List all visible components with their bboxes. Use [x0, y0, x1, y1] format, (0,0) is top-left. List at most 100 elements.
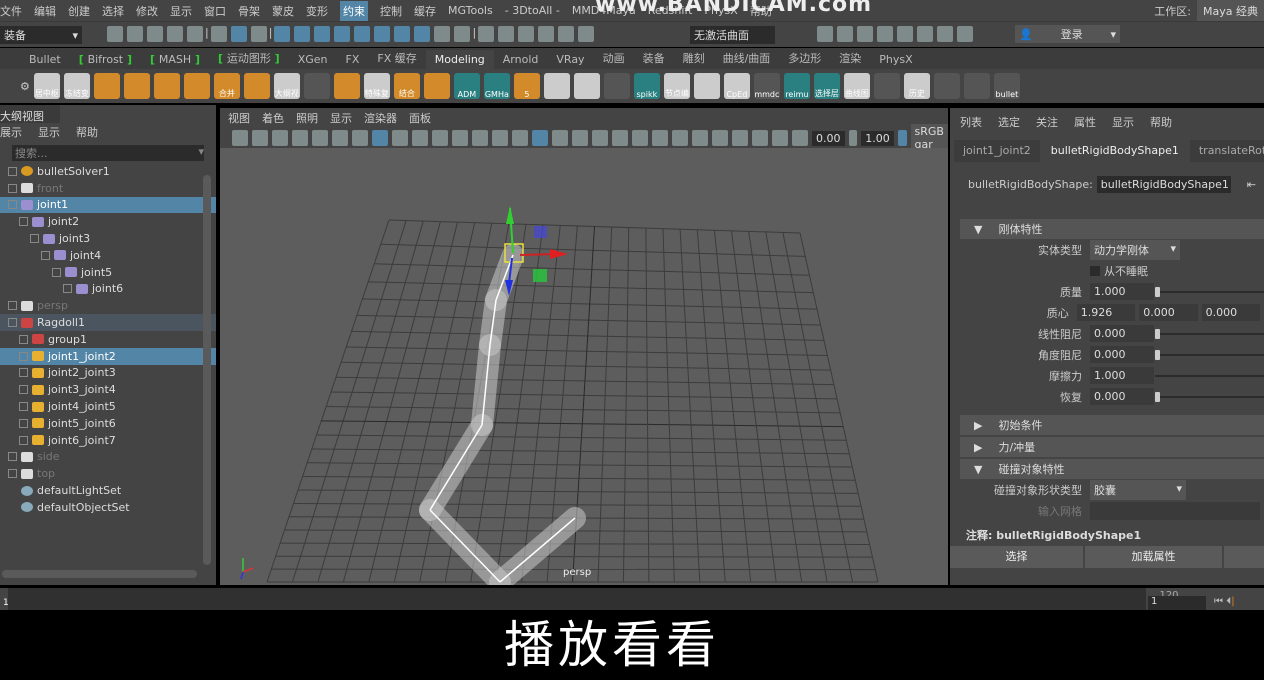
open-icon[interactable] — [127, 26, 143, 42]
shelf-button[interactable]: 节点编 — [663, 73, 690, 99]
ae-tab[interactable]: joint1_joint2 — [954, 140, 1040, 162]
bookmark-icon[interactable] — [292, 130, 308, 146]
snap-curve-icon[interactable] — [294, 26, 311, 42]
shelf-button[interactable]: 历史 — [903, 73, 930, 99]
outliner-item[interactable]: joint4 — [0, 247, 216, 264]
attribute-field[interactable]: 0.000 — [1201, 304, 1261, 321]
never-sleep-checkbox[interactable] — [1090, 265, 1100, 276]
viewport-menu-item[interactable]: 渲染器 — [364, 110, 397, 126]
shelf-tab[interactable]: 渲染 — [830, 47, 870, 69]
outliner-item[interactable]: defaultObjectSet — [0, 499, 216, 516]
new-scene-icon[interactable] — [107, 26, 123, 42]
slider-handle[interactable] — [1155, 350, 1160, 360]
outliner-search-input[interactable]: 搜索... ▾ — [12, 145, 204, 161]
outliner-item[interactable]: joint1_joint2 — [0, 347, 216, 365]
menu-item[interactable]: 选择 — [102, 3, 124, 19]
menu-item[interactable]: 修改 — [136, 3, 158, 19]
lasso-icon[interactable] — [558, 26, 575, 42]
shelf-button[interactable]: 曲线图 — [843, 73, 870, 99]
expand-toggle-icon[interactable] — [63, 284, 72, 294]
shelf-button[interactable] — [93, 73, 120, 99]
menu-item[interactable]: 蒙皮 — [272, 3, 294, 19]
safe-action-icon[interactable] — [472, 130, 488, 146]
viewport-menu-item[interactable]: 照明 — [296, 110, 318, 126]
default-material-icon[interactable] — [552, 130, 568, 146]
outliner-item[interactable]: joint6 — [0, 281, 216, 298]
login-dropdown[interactable]: 👤 登录 ▾ — [1015, 25, 1120, 43]
shelf-tab[interactable]: 动画 — [594, 47, 634, 69]
menu-item[interactable]: 骨架 — [238, 3, 260, 19]
motion-blur-icon[interactable] — [652, 130, 668, 146]
save-icon[interactable] — [147, 26, 163, 42]
menu-item[interactable]: 显示 — [170, 3, 192, 19]
undo-icon[interactable] — [167, 26, 183, 42]
section-force-impulse[interactable]: ▶ 力/冲量 — [960, 437, 1264, 457]
outliner-item[interactable]: joint5 — [0, 264, 216, 281]
go-to-start-icon[interactable]: ⏮ — [1214, 596, 1223, 607]
menu-item[interactable]: 编辑 — [34, 3, 56, 19]
ae-menu-item[interactable]: 帮助 — [1150, 114, 1172, 130]
expand-toggle-icon[interactable] — [8, 452, 17, 462]
outliner-item[interactable]: joint4_joint5 — [0, 398, 216, 415]
xray-components-icon[interactable] — [772, 130, 788, 146]
body-type-dropdown[interactable]: 动力学刚体 ▾ — [1090, 239, 1180, 260]
expand-toggle-icon[interactable] — [8, 166, 17, 176]
shelf-tab[interactable]: Bullet — [20, 50, 70, 69]
select-button[interactable]: 选择 — [950, 546, 1083, 568]
section-collision[interactable]: ▼ 碰撞对象特性 — [960, 459, 1264, 479]
shelf-button[interactable]: mmdc — [753, 73, 780, 99]
expand-toggle-icon[interactable] — [8, 301, 17, 311]
expand-toggle-icon[interactable] — [19, 385, 28, 395]
expand-toggle-icon[interactable] — [41, 250, 50, 260]
shelf-button[interactable] — [423, 73, 450, 99]
slider-handle[interactable] — [1155, 392, 1160, 402]
menu-item[interactable]: 创建 — [68, 3, 90, 19]
shelf-button[interactable]: 特殊复 — [363, 73, 390, 99]
shelf-button[interactable]: 合并 — [213, 73, 240, 99]
select-icon[interactable] — [454, 26, 471, 42]
expand-toggle-icon[interactable] — [52, 267, 61, 277]
antialias-icon[interactable] — [672, 130, 688, 146]
ae-tab[interactable]: bulletRigidBodyShape1 — [1041, 140, 1188, 162]
workspace-dropdown[interactable]: Maya 经典 — [1197, 0, 1264, 22]
ae-menu-item[interactable]: 关注 — [1036, 114, 1058, 130]
ao-icon[interactable] — [632, 130, 648, 146]
film-gate-icon[interactable] — [392, 130, 408, 146]
grease-pencil-icon[interactable] — [352, 130, 368, 146]
node-name-field[interactable]: bulletRigidBodyShape1 — [1096, 176, 1231, 193]
select-object-icon[interactable] — [230, 26, 247, 42]
expand-toggle-icon[interactable] — [8, 200, 17, 210]
camera-select-icon[interactable] — [232, 130, 248, 146]
help-icon[interactable] — [414, 26, 431, 42]
xray-icon[interactable] — [732, 130, 748, 146]
outliner-item[interactable]: joint2 — [0, 213, 216, 230]
attribute-slider[interactable] — [1155, 350, 1264, 360]
copy-tab-button[interactable] — [1224, 546, 1264, 568]
expand-toggle-icon[interactable] — [30, 234, 39, 244]
shelf-button[interactable] — [243, 73, 270, 99]
snap-live-icon[interactable] — [374, 26, 391, 42]
shelf-tab[interactable]: 曲线/曲面 — [714, 47, 780, 69]
menu-item[interactable]: 变形 — [306, 3, 328, 19]
shelf-tab[interactable]: Modeling — [425, 50, 494, 69]
attribute-field[interactable]: 1.000 — [1090, 283, 1154, 300]
shelf-button[interactable]: spikk — [633, 73, 660, 99]
shelf-button[interactable]: ADM — [453, 73, 480, 99]
color-management-icon[interactable] — [897, 130, 907, 146]
outliner-item[interactable]: joint6_joint7 — [0, 432, 216, 449]
shelf-button[interactable]: 冻结变 — [63, 73, 90, 99]
shelf-button[interactable] — [123, 73, 150, 99]
2d-pan-icon[interactable] — [332, 130, 348, 146]
current-frame-field[interactable]: 1 — [1148, 596, 1206, 610]
hypershade-icon[interactable] — [897, 26, 913, 42]
outliner-item[interactable]: persp — [0, 297, 216, 314]
lock-icon[interactable] — [434, 26, 451, 42]
attribute-slider[interactable] — [1155, 287, 1264, 297]
outliner-item[interactable]: Ragdoll1 — [0, 314, 216, 331]
expand-toggle-icon[interactable] — [19, 368, 28, 378]
output-icon[interactable] — [518, 26, 535, 42]
outliner-item[interactable]: group1 — [0, 331, 216, 348]
history-icon[interactable] — [478, 26, 495, 42]
shelf-tab[interactable]: [ Bifrost ] — [70, 50, 141, 69]
menu-item[interactable]: MGTools — [448, 4, 493, 17]
